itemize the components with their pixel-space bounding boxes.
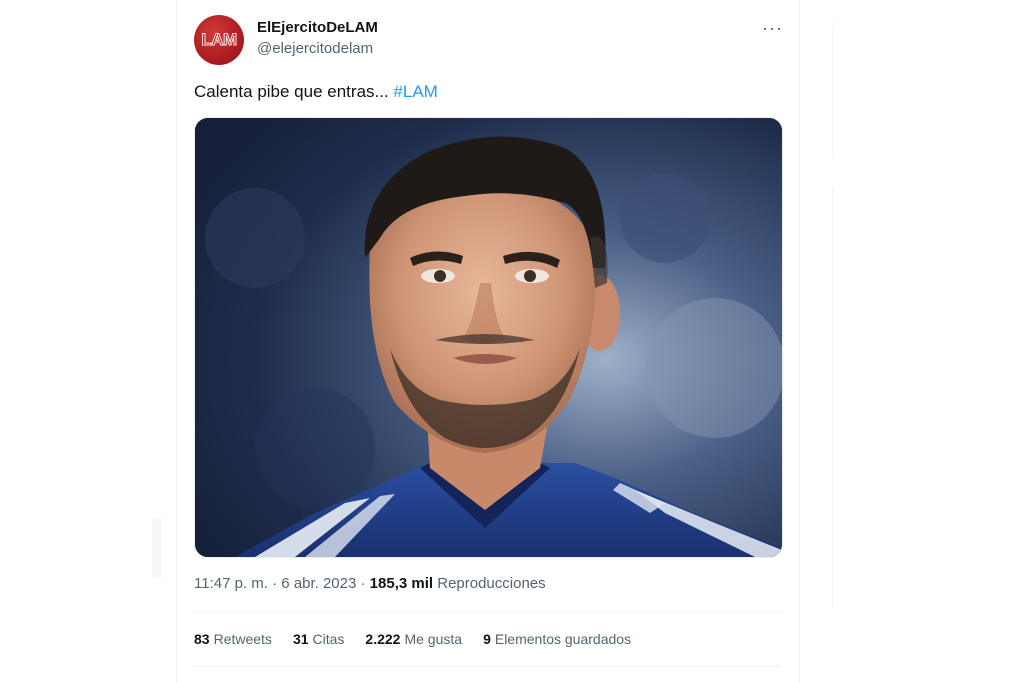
likes-stat[interactable]: 2.222 Me gusta — [365, 631, 462, 647]
retweets-stat[interactable]: 83 Retweets — [194, 631, 272, 647]
portrait-photo — [195, 118, 782, 557]
more-options-icon[interactable]: ··· — [762, 18, 783, 39]
quotes-label: Citas — [312, 631, 345, 647]
bookmarks-count: 9 — [483, 631, 491, 647]
bookmarks-label: Elementos guardados — [494, 631, 632, 647]
display-name[interactable]: ElEjercitoDeLAM — [257, 19, 378, 36]
divider — [194, 666, 781, 667]
avatar-logo-text: LAM — [201, 30, 238, 50]
timestamp[interactable]: 11:47 p. m. · 6 abr. 2023 · — [194, 575, 370, 592]
side-panel-bottom — [832, 188, 1024, 608]
page: LAM ElEjercitoDeLAM @elejercitodelam ···… — [0, 0, 1024, 683]
tweet-stats: 83 Retweets 31 Citas 2.222 Me gusta 9 Elemen… — [194, 631, 652, 647]
retweets-label: Retweets — [213, 631, 272, 647]
likes-label: Me gusta — [404, 631, 463, 647]
avatar[interactable]: LAM — [194, 15, 244, 65]
bookmarks-stat[interactable]: 9 Elementos guardados — [483, 631, 631, 647]
quotes-stat[interactable]: 31 Citas — [293, 631, 344, 647]
views-label: Reproducciones — [437, 575, 546, 592]
views-count: 185,3 mil — [369, 575, 434, 592]
hashtag-link[interactable]: #LAM — [393, 82, 437, 101]
tweet-meta: 11:47 p. m. · 6 abr. 2023 · 185,3 mil Re… — [194, 575, 546, 592]
divider — [194, 611, 781, 612]
tweet-media-photo[interactable] — [194, 117, 783, 558]
retweets-count: 83 — [194, 631, 210, 647]
user-handle[interactable]: @elejercitodelam — [257, 40, 373, 57]
card-border-right — [799, 0, 800, 683]
tweet-text: Calenta pibe que entras... #LAM — [194, 82, 438, 102]
likes-count: 2.222 — [365, 631, 401, 647]
side-panel-top — [832, 18, 1024, 158]
background-shadow — [152, 518, 162, 578]
card-border-left — [176, 0, 177, 683]
quotes-count: 31 — [292, 631, 309, 647]
tweet-text-body: Calenta pibe que entras... — [194, 82, 394, 101]
